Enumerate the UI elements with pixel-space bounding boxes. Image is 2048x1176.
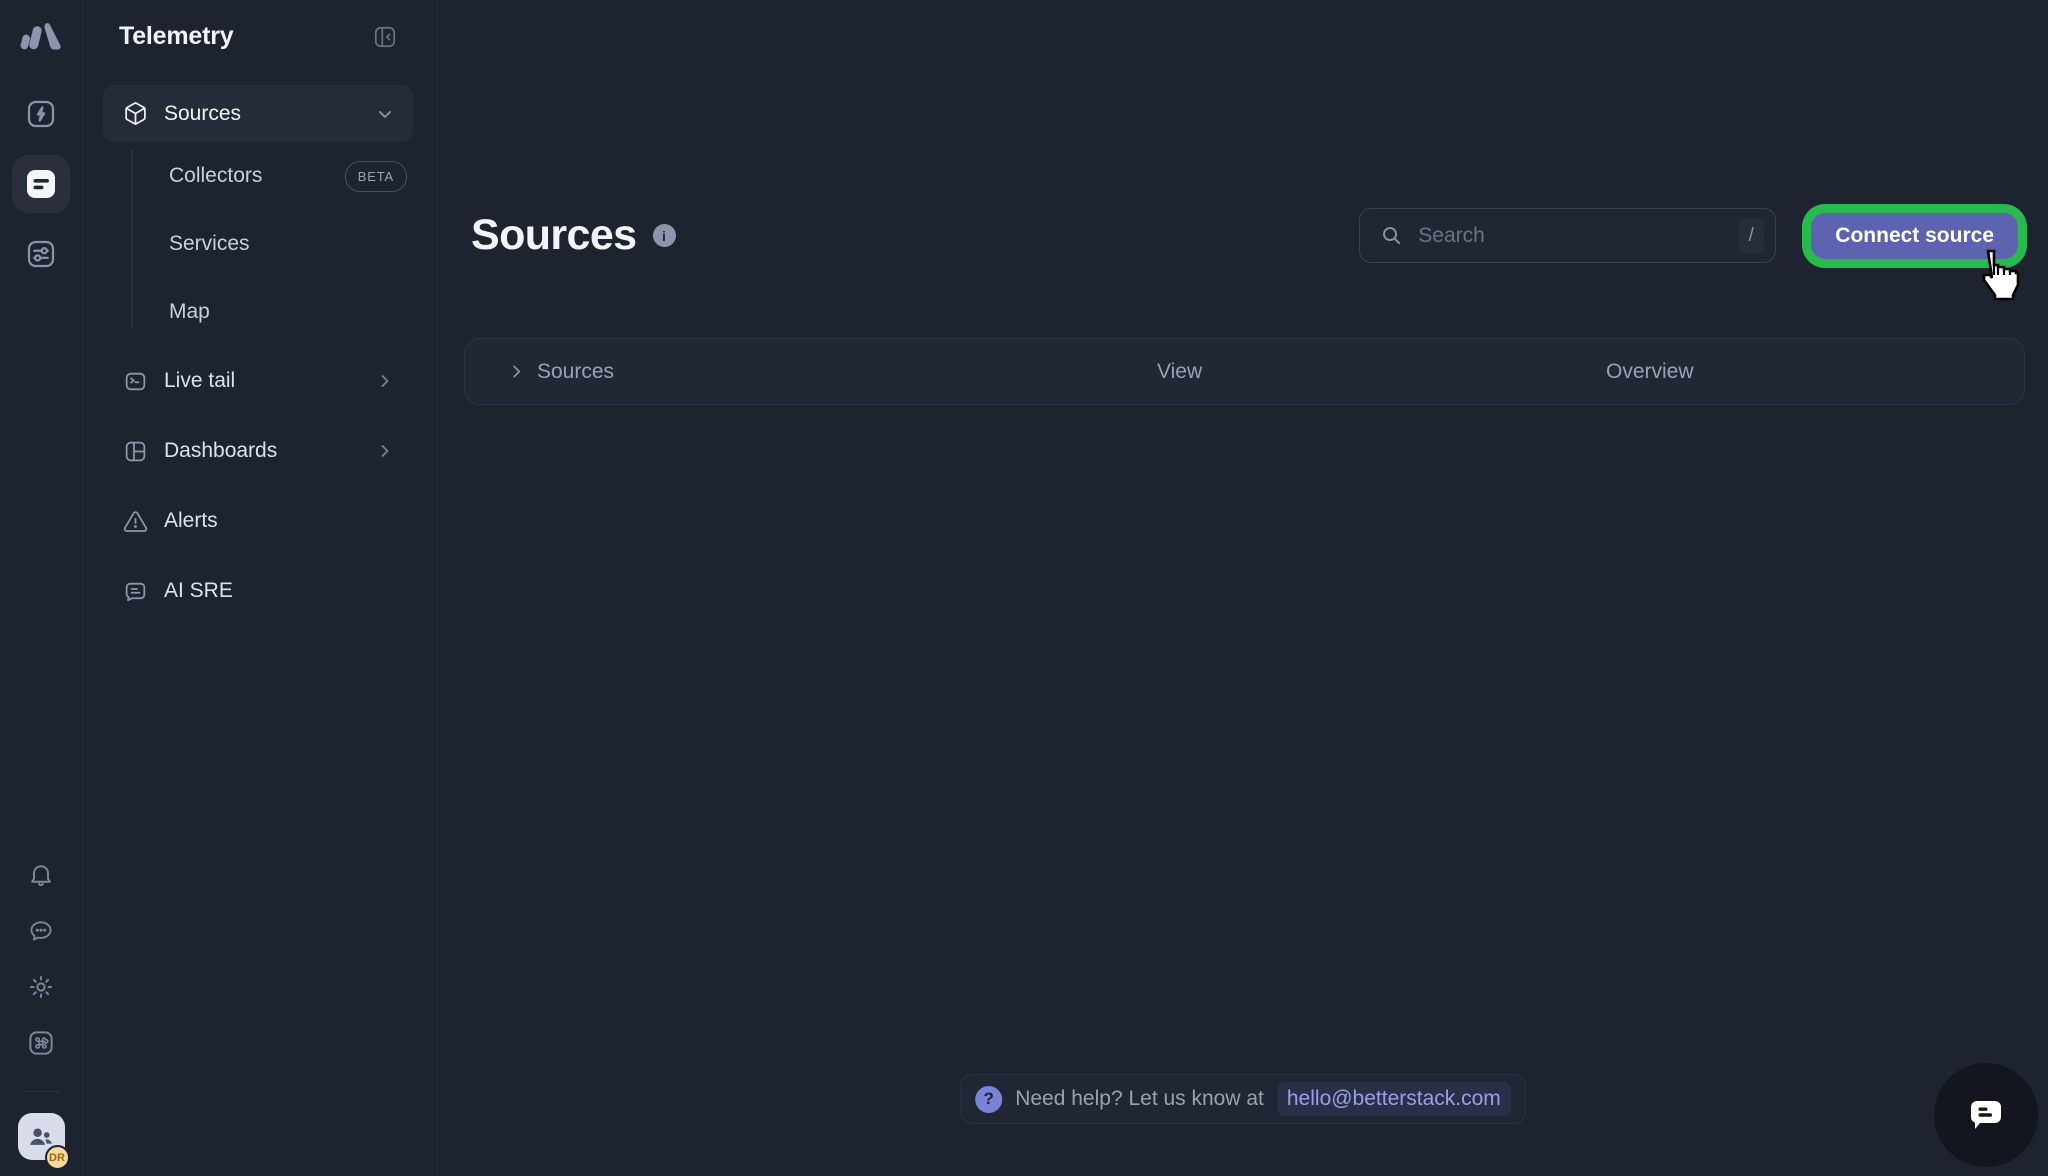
sidebar-item-alerts[interactable]: Alerts bbox=[103, 486, 413, 556]
subnav-guide-line bbox=[131, 150, 133, 329]
chevron-right-icon bbox=[375, 441, 395, 461]
theme-toggle-button[interactable] bbox=[21, 967, 61, 1007]
help-email-link[interactable]: hello@betterstack.com bbox=[1277, 1082, 1511, 1116]
page-header: Sources i / Connect source bbox=[466, 208, 2018, 263]
chevron-down-icon bbox=[375, 104, 395, 124]
sidebar-item-live-tail[interactable]: Live tail bbox=[103, 346, 413, 416]
table-group-sources[interactable]: Sources bbox=[507, 360, 1157, 384]
sidebar-title: Telemetry bbox=[119, 22, 233, 51]
lightning-icon bbox=[23, 96, 59, 132]
sidebar-item-label: AI SRE bbox=[164, 579, 395, 603]
sidebar-item-ai-sre[interactable]: AI SRE bbox=[103, 556, 413, 626]
product-rail: DR bbox=[0, 0, 83, 1176]
sources-subnav: Collectors BETA Services Map bbox=[83, 142, 437, 346]
search-input[interactable] bbox=[1416, 223, 1725, 249]
chevron-right-icon bbox=[375, 371, 395, 391]
column-header-sources: Sources bbox=[537, 360, 614, 384]
info-icon[interactable]: i bbox=[653, 224, 676, 247]
bell-icon bbox=[27, 861, 55, 889]
sidebar-item-map[interactable]: Map bbox=[83, 278, 437, 346]
sidebar-item-label: Map bbox=[169, 300, 210, 324]
main-content: Sources i / Connect source Sources bbox=[438, 0, 2048, 1176]
sidebar-item-label: Services bbox=[169, 232, 250, 256]
rail-item-integrations[interactable] bbox=[12, 225, 70, 283]
help-bar: ? Need help? Let us know at hello@better… bbox=[960, 1074, 1526, 1124]
search-icon bbox=[1380, 224, 1403, 247]
sidebar-item-label: Dashboards bbox=[164, 439, 359, 463]
search-shortcut-key: / bbox=[1738, 218, 1764, 254]
rail-item-uptime[interactable] bbox=[12, 85, 70, 143]
help-icon: ? bbox=[975, 1086, 1002, 1113]
chat-dots-icon bbox=[27, 917, 55, 945]
sources-table-header: Sources View Overview bbox=[464, 338, 2025, 405]
sliders-icon bbox=[23, 236, 59, 272]
chevron-right-icon bbox=[507, 362, 526, 381]
rail-item-telemetry[interactable] bbox=[12, 155, 70, 213]
rail-footer: DR bbox=[18, 855, 65, 1176]
sidebar-item-services[interactable]: Services bbox=[83, 210, 437, 278]
betterstack-logo-icon[interactable] bbox=[20, 21, 62, 51]
sidebar-item-collectors[interactable]: Collectors BETA bbox=[83, 142, 437, 210]
collapse-sidebar-button[interactable] bbox=[372, 24, 398, 50]
app-root: DR Telemetry Sources bbox=[0, 0, 2048, 1176]
sidebar-header: Telemetry bbox=[83, 0, 437, 51]
rail-divider bbox=[22, 1091, 60, 1092]
sidebar-item-label: Alerts bbox=[164, 509, 395, 533]
keyboard-shortcuts-button[interactable] bbox=[21, 1023, 61, 1063]
feedback-chat-button[interactable] bbox=[21, 911, 61, 951]
page-title: Sources bbox=[471, 211, 637, 260]
sidebar-item-sources[interactable]: Sources bbox=[103, 85, 413, 142]
sidebar-item-label: Sources bbox=[164, 102, 359, 126]
search-input-wrapper[interactable]: / bbox=[1359, 208, 1776, 263]
beta-badge: BETA bbox=[345, 161, 407, 192]
notifications-bell-button[interactable] bbox=[21, 855, 61, 895]
rail-nav bbox=[12, 85, 70, 283]
help-text: Need help? Let us know at bbox=[1015, 1087, 1264, 1111]
logs-icon bbox=[26, 169, 56, 199]
avatar-initials-badge: DR bbox=[45, 1145, 70, 1170]
account-avatar[interactable]: DR bbox=[18, 1113, 65, 1160]
sun-icon bbox=[27, 973, 55, 1001]
command-icon bbox=[26, 1028, 56, 1058]
connect-source-button[interactable]: Connect source bbox=[1811, 213, 2018, 259]
connect-source-label: Connect source bbox=[1835, 224, 1994, 247]
column-header-overview: Overview bbox=[1606, 360, 2024, 384]
sidebar-item-dashboards[interactable]: Dashboards bbox=[103, 416, 413, 486]
alert-triangle-icon bbox=[123, 509, 148, 534]
cube-icon bbox=[123, 101, 148, 126]
sidebar: Telemetry Sources Col bbox=[83, 0, 438, 1176]
chat-launcher-button[interactable] bbox=[1934, 1063, 2038, 1167]
ai-chat-icon bbox=[123, 579, 148, 604]
dashboard-grid-icon bbox=[123, 439, 148, 464]
sidebar-item-label: Collectors bbox=[169, 164, 262, 188]
terminal-icon bbox=[123, 369, 148, 394]
sidebar-item-label: Live tail bbox=[164, 369, 359, 393]
column-header-view: View bbox=[1157, 360, 1606, 384]
chat-bubble-icon bbox=[1963, 1092, 2009, 1138]
panel-collapse-icon bbox=[372, 24, 398, 50]
